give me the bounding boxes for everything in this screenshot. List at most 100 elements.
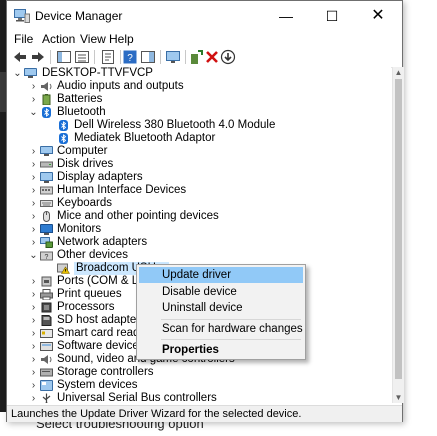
expand-chevron-icon[interactable]: › (29, 301, 38, 314)
context-scan-hardware[interactable]: Scan for hardware changes (139, 321, 303, 337)
tree-item-label: System devices (57, 379, 138, 391)
expand-chevron-icon[interactable]: › (29, 288, 38, 301)
tree-root[interactable]: ⌄ DESKTOP-TTVFVCP (7, 67, 391, 80)
display-adapter-icon (40, 172, 53, 183)
title-bar[interactable]: Device Manager — ☐ ✕ (7, 1, 402, 31)
tree-item-hid[interactable]: › Human Interface Devices (7, 184, 391, 197)
tree-item-other-devices[interactable]: ⌄ ? Other devices (7, 249, 391, 262)
collapse-chevron-icon[interactable]: ⌄ (13, 67, 22, 80)
tree-item-mediatek-bluetooth[interactable]: Mediatek Bluetooth Adaptor (7, 132, 391, 145)
forward-arrow-icon[interactable] (30, 49, 46, 65)
context-disable-device[interactable]: Disable device (139, 284, 303, 300)
toolbar-separator (120, 50, 121, 64)
minimize-button[interactable]: — (263, 1, 309, 31)
mouse-icon (43, 211, 50, 222)
expand-chevron-icon[interactable]: › (29, 353, 38, 366)
printer-icon (40, 289, 53, 300)
tree-item-keyboards[interactable]: › Keyboards (7, 197, 391, 210)
expand-chevron-icon[interactable]: › (29, 340, 38, 353)
scrollbar-thumb[interactable] (395, 79, 402, 379)
expand-chevron-icon[interactable]: › (29, 314, 38, 327)
tree-item-label: Disk drives (57, 158, 114, 170)
tree-item-dell-bluetooth[interactable]: Dell Wireless 380 Bluetooth 4.0 Module (7, 119, 391, 132)
scroll-up-arrow-icon[interactable]: ▲ (393, 67, 404, 78)
list-view-icon[interactable] (74, 49, 90, 65)
back-arrow-icon[interactable] (12, 49, 28, 65)
tree-item-disk-drives[interactable]: › Disk drives (7, 158, 391, 171)
device-manager-icon (14, 9, 30, 23)
expand-chevron-icon[interactable]: › (29, 223, 38, 236)
context-uninstall-device[interactable]: Uninstall device (139, 300, 303, 316)
network-adapter-icon (40, 237, 53, 248)
keyboard-icon (40, 200, 53, 207)
scan-hardware-monitor-icon[interactable] (165, 49, 181, 65)
expand-chevron-icon[interactable]: › (29, 327, 38, 340)
expand-chevron-icon[interactable]: › (29, 171, 38, 184)
help-icon[interactable]: ? (122, 49, 138, 65)
expand-chevron-icon[interactable]: › (29, 158, 38, 171)
add-driver-icon[interactable] (188, 49, 204, 65)
svg-text:?: ? (45, 254, 49, 261)
properties-icon[interactable] (100, 49, 116, 65)
menu-action[interactable]: Action (39, 31, 78, 47)
expand-chevron-icon[interactable]: › (29, 145, 38, 158)
usb-icon (42, 393, 51, 403)
tree-item-monitors[interactable]: › Monitors (7, 223, 391, 236)
context-update-driver[interactable]: Update driver (139, 267, 303, 283)
tree-item-label: Software devices (57, 340, 145, 352)
expand-chevron-icon[interactable]: › (29, 366, 38, 379)
collapse-chevron-icon[interactable]: ⌄ (29, 249, 38, 262)
processor-icon (41, 302, 52, 313)
close-button[interactable]: ✕ (355, 1, 401, 31)
vertical-scrollbar[interactable]: ▲ ▼ (392, 67, 404, 403)
tree-item-network-adapters[interactable]: › Network adapters (7, 236, 391, 249)
context-item-label: Scan for hardware changes (162, 323, 303, 335)
tree-item-display-adapters[interactable]: › Display adapters (7, 171, 391, 184)
expand-chevron-icon[interactable]: › (29, 236, 38, 249)
tree-item-audio[interactable]: › Audio inputs and outputs (7, 80, 391, 93)
collapse-chevron-icon[interactable]: ⌄ (29, 106, 38, 119)
expand-chevron-icon[interactable]: › (29, 93, 38, 106)
maximize-button[interactable]: ☐ (309, 1, 355, 31)
context-item-label: Uninstall device (162, 302, 243, 314)
expand-chevron-icon[interactable]: › (29, 184, 38, 197)
bluetooth-icon (59, 133, 68, 144)
menu-help[interactable]: Help (106, 31, 137, 47)
scroll-down-arrow-icon[interactable]: ▼ (393, 392, 404, 403)
expand-chevron-icon[interactable]: › (29, 379, 38, 392)
toolbar-separator (50, 50, 51, 64)
show-hide-console-tree-icon[interactable] (56, 49, 72, 65)
tree-item-batteries[interactable]: › Batteries (7, 93, 391, 106)
other-devices-icon: ? (40, 251, 53, 261)
context-item-label: Disable device (162, 286, 237, 298)
context-properties[interactable]: Properties (139, 342, 303, 358)
expand-chevron-icon[interactable]: › (29, 80, 38, 93)
action-pane-icon[interactable] (140, 49, 156, 65)
tree-item-label: Network adapters (57, 236, 148, 248)
uninstall-x-icon[interactable] (204, 49, 220, 65)
tree-item-storage-controllers[interactable]: › Storage controllers (7, 366, 391, 379)
tree-item-usb-controllers[interactable]: › Universal Serial Bus controllers (7, 392, 391, 403)
tree-item-label: Universal Serial Bus controllers (57, 392, 217, 403)
expand-chevron-icon[interactable]: › (29, 197, 38, 210)
expand-chevron-icon[interactable]: › (29, 210, 38, 223)
expand-chevron-icon[interactable]: › (29, 275, 38, 288)
tree-item-label: Mediatek Bluetooth Adaptor (74, 132, 216, 144)
tree-item-system-devices[interactable]: › System devices (7, 379, 391, 392)
menu-bar: File Action View Help (7, 29, 402, 49)
battery-icon (42, 94, 51, 105)
expand-chevron-icon[interactable]: › (29, 392, 38, 403)
tree-item-label: Print queues (57, 288, 122, 300)
software-device-icon (40, 342, 53, 351)
tree-item-label: Storage controllers (57, 366, 154, 378)
svg-text:?: ? (127, 53, 133, 64)
storage-controller-icon (40, 368, 53, 377)
update-driver-download-icon[interactable] (220, 49, 236, 65)
tree-item-label: SD host adapters (57, 314, 146, 326)
bluetooth-icon (59, 120, 68, 131)
tree-item-computer[interactable]: › Computer (7, 145, 391, 158)
tree-item-mice[interactable]: › Mice and other pointing devices (7, 210, 391, 223)
menu-file[interactable]: File (11, 31, 36, 47)
tree-item-bluetooth[interactable]: ⌄ Bluetooth (7, 106, 391, 119)
menu-view[interactable]: View (77, 31, 109, 47)
